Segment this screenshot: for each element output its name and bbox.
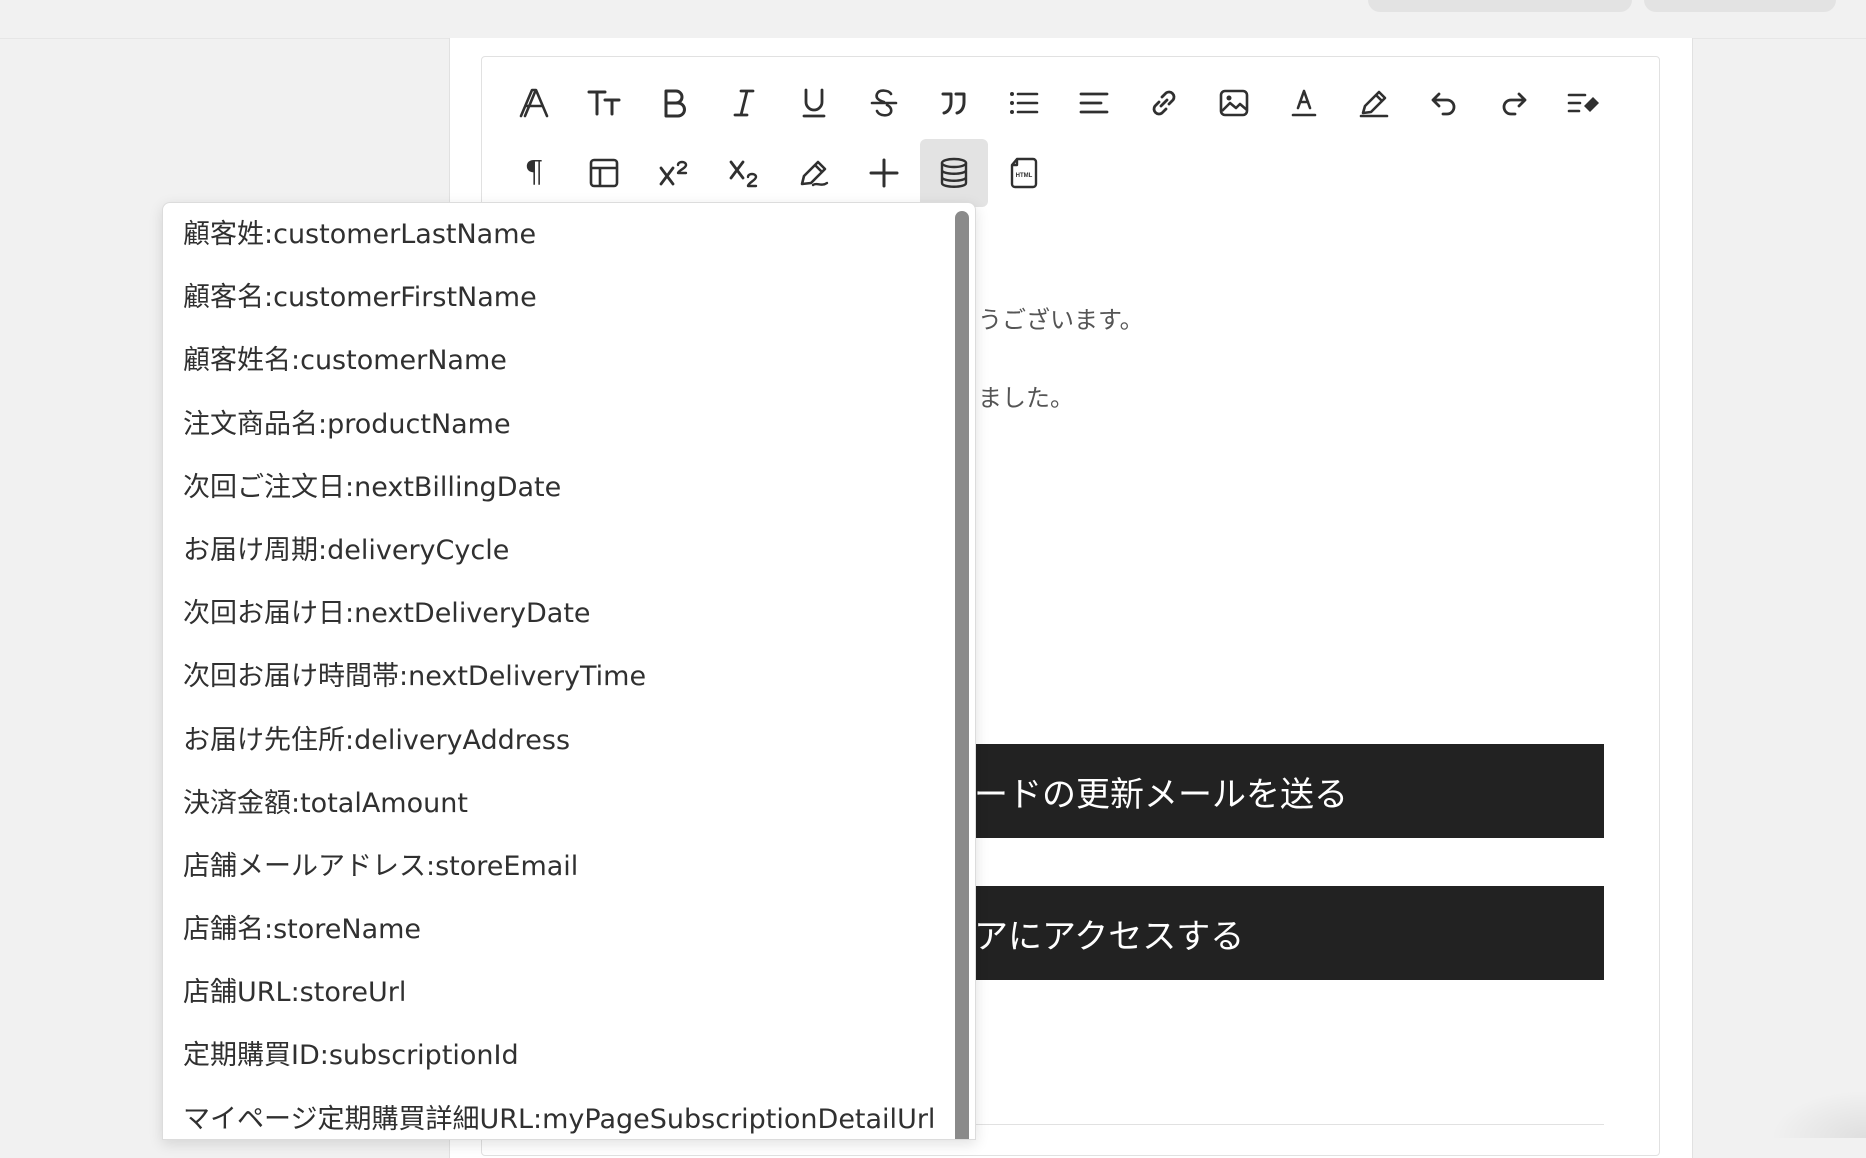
variable-option[interactable]: 店舗名:storeName <box>163 898 953 961</box>
font-family-button[interactable] <box>500 69 568 137</box>
top-bar <box>0 0 1866 39</box>
clear-format-button[interactable] <box>1550 69 1618 137</box>
bullet-list-icon <box>1010 92 1039 114</box>
insert-variable-button[interactable] <box>920 139 988 207</box>
blockquote-icon <box>941 92 966 115</box>
plus-icon <box>869 158 899 188</box>
corner-shadow <box>1770 1090 1866 1138</box>
top-button-1[interactable] <box>1368 0 1632 12</box>
variable-list: 顧客姓:customerLastName 顧客名:customerFirstNa… <box>163 203 953 1139</box>
database-icon <box>940 157 968 188</box>
bold-button[interactable] <box>640 69 708 137</box>
align-icon <box>1079 92 1109 114</box>
cta-button-2-label: アにアクセスする <box>974 916 1245 957</box>
variable-option[interactable]: 顧客姓名:customerName <box>163 329 953 392</box>
text-color-button[interactable] <box>1270 69 1338 137</box>
superscript-icon <box>659 160 688 186</box>
variable-option[interactable]: 定期購買ID:subscriptionId <box>163 1024 953 1087</box>
highlight-button[interactable] <box>1340 69 1408 137</box>
html-file-icon: HTML <box>1010 157 1038 189</box>
email-body-line-2: ました。 <box>978 384 1074 412</box>
redo-icon <box>1502 92 1527 116</box>
variable-option[interactable]: マイページ定期購買詳細URL:myPageSubscriptionDetailU… <box>163 1088 953 1139</box>
font-family-icon <box>519 88 549 118</box>
subscript-button[interactable] <box>710 139 778 207</box>
italic-icon <box>733 89 755 117</box>
variable-option[interactable]: 店舗URL:storeUrl <box>163 961 953 1024</box>
italic-button[interactable] <box>710 69 778 137</box>
variable-option[interactable]: 次回ご注文日:nextBillingDate <box>163 456 953 519</box>
superscript-button[interactable] <box>640 139 708 207</box>
strikethrough-button[interactable] <box>850 69 918 137</box>
paragraph-icon: ¶ <box>524 155 544 190</box>
underline-icon <box>802 88 826 118</box>
variable-option[interactable]: 次回お届け日:nextDeliveryDate <box>163 582 953 645</box>
variable-option[interactable]: 注文商品名:productName <box>163 393 953 456</box>
bold-icon <box>664 89 686 118</box>
redo-button[interactable] <box>1480 69 1548 137</box>
toolbar-row-2: ¶ HTML <box>500 139 1060 207</box>
blockquote-button[interactable] <box>920 69 988 137</box>
undo-button[interactable] <box>1410 69 1478 137</box>
cta-button-1-label: ードの更新メールを送る <box>974 774 1348 815</box>
font-size-icon <box>587 90 621 116</box>
variable-option[interactable]: 決済金額:totalAmount <box>163 772 953 835</box>
top-button-2[interactable] <box>1644 0 1836 12</box>
edit-button[interactable] <box>780 139 848 207</box>
variable-option[interactable]: 店舗メールアドレス:storeEmail <box>163 835 953 898</box>
cta-button-1[interactable]: ードの更新メールを送る <box>974 744 1604 838</box>
text-color-icon <box>1291 89 1317 117</box>
variable-option[interactable]: お届け先住所:deliveryAddress <box>163 709 953 772</box>
bullet-list-button[interactable] <box>990 69 1058 137</box>
table-button[interactable] <box>570 139 638 207</box>
variable-dropdown: 顧客姓:customerLastName 顧客名:customerFirstNa… <box>162 202 976 1140</box>
image-icon <box>1219 89 1249 117</box>
subscript-icon <box>729 160 758 188</box>
insert-button[interactable] <box>850 139 918 207</box>
clear-format-icon <box>1567 93 1599 113</box>
variable-option[interactable]: 次回お届け時間帯:nextDeliveryTime <box>163 645 953 708</box>
highlight-icon <box>1359 90 1389 118</box>
font-size-button[interactable] <box>570 69 638 137</box>
link-icon <box>1152 90 1176 116</box>
link-button[interactable] <box>1130 69 1198 137</box>
cta-button-2[interactable]: アにアクセスする <box>974 886 1604 980</box>
variable-option[interactable]: 顧客姓:customerLastName <box>163 203 953 266</box>
edit-icon <box>800 160 829 187</box>
align-button[interactable] <box>1060 69 1128 137</box>
toolbar-row-1 <box>500 69 1620 137</box>
paragraph-button[interactable]: ¶ <box>500 139 568 207</box>
html-source-button[interactable]: HTML <box>990 139 1058 207</box>
dropdown-scrollbar[interactable] <box>955 211 969 1139</box>
variable-option[interactable]: 顧客名:customerFirstName <box>163 266 953 329</box>
image-button[interactable] <box>1200 69 1268 137</box>
underline-button[interactable] <box>780 69 848 137</box>
strikethrough-icon <box>870 89 898 117</box>
email-body-line-1: うございます。 <box>978 306 1144 334</box>
variable-option[interactable]: お届け周期:deliveryCycle <box>163 519 953 582</box>
svg-text:HTML: HTML <box>1016 173 1033 179</box>
divider <box>974 1124 1604 1125</box>
table-icon <box>589 158 619 188</box>
undo-icon <box>1431 92 1456 116</box>
